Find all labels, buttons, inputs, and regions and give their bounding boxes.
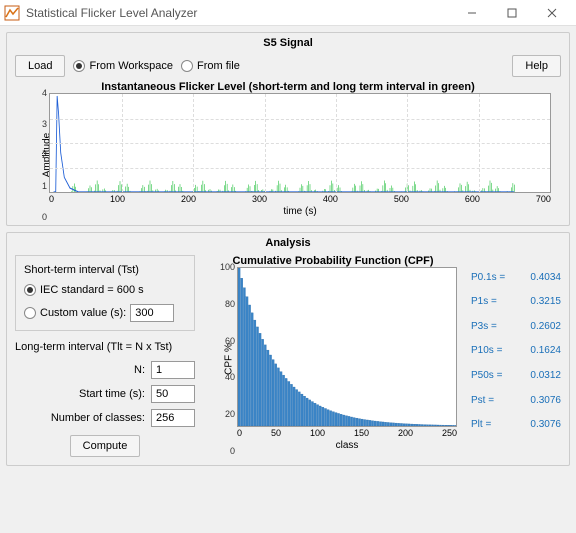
custom-value-radio[interactable]: Custom value (s): (24, 304, 186, 322)
maximize-button[interactable] (492, 0, 532, 26)
title-bar: Statistical Flicker Level Analyzer (0, 0, 576, 26)
help-button[interactable]: Help (512, 55, 561, 77)
tlt-title: Long-term interval (Tlt = N x Tst) (15, 341, 195, 353)
cpf-chart (237, 267, 457, 427)
radio-icon (73, 60, 85, 72)
radio-label: From Workspace (89, 60, 173, 72)
load-button[interactable]: Load (15, 55, 65, 77)
s5-panel-title: S5 Signal (15, 37, 561, 49)
compute-button[interactable]: Compute (70, 435, 141, 457)
cpf-chart-title: Cumulative Probability Function (CPF) (203, 255, 463, 267)
statistics-readout: P0.1s =0.4034 P1s =0.3215 P3s =0.2602 P1… (471, 255, 561, 457)
radio-icon (181, 60, 193, 72)
iec-standard-radio[interactable]: IEC standard = 600 s (24, 284, 186, 296)
analysis-panel: Analysis Short-term interval (Tst) IEC s… (6, 232, 570, 466)
cpf-xlabel: class (237, 440, 457, 451)
s5-signal-panel: S5 Signal Load From Workspace From file … (6, 32, 570, 226)
tst-title: Short-term interval (Tst) (24, 264, 186, 276)
analysis-panel-title: Analysis (15, 237, 561, 249)
tst-group: Short-term interval (Tst) IEC standard =… (15, 255, 195, 331)
start-time-input[interactable] (151, 385, 195, 403)
radio-label: From file (197, 60, 240, 72)
n-label: N: (134, 364, 145, 376)
custom-value-input[interactable] (130, 304, 174, 322)
minimize-button[interactable] (452, 0, 492, 26)
classes-label: Number of classes: (51, 412, 145, 424)
flicker-chart-title: Instantaneous Flicker Level (short-term … (15, 81, 561, 93)
flicker-xticks: 0100200300400500600700 (49, 193, 551, 204)
radio-icon (24, 284, 36, 296)
from-workspace-radio[interactable]: From Workspace (73, 60, 173, 72)
flicker-chart (49, 93, 551, 193)
flicker-xlabel: time (s) (49, 206, 551, 217)
window-title: Statistical Flicker Level Analyzer (26, 6, 452, 20)
radio-label: Custom value (s): (40, 307, 126, 319)
close-button[interactable] (532, 0, 572, 26)
radio-icon (24, 307, 36, 319)
n-input[interactable] (151, 361, 195, 379)
cpf-xticks: 050100150200250 (237, 427, 457, 438)
start-time-label: Start time (s): (79, 388, 145, 400)
from-file-radio[interactable]: From file (181, 60, 240, 72)
app-icon (4, 5, 20, 21)
classes-input[interactable] (151, 409, 195, 427)
radio-label: IEC standard = 600 s (40, 284, 144, 296)
